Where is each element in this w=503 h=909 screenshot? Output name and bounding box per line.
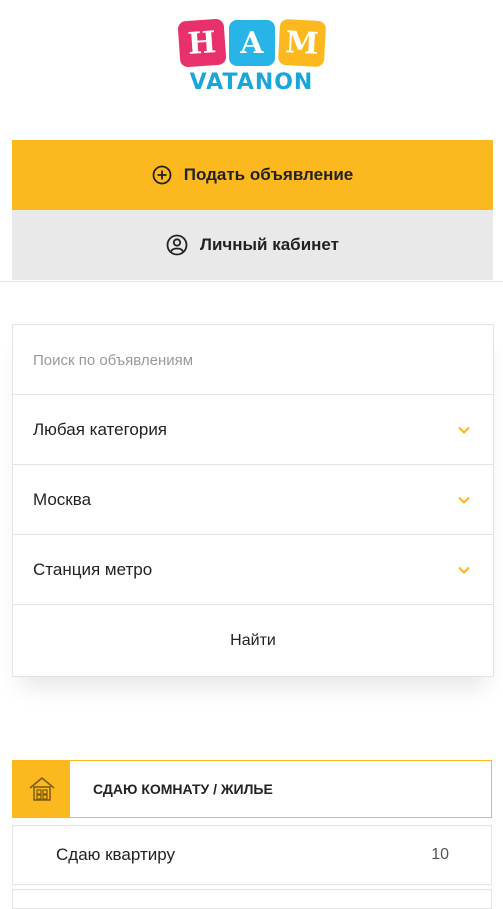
search-input[interactable]: Поиск по объявлениям — [13, 325, 493, 395]
find-label: Найти — [230, 632, 276, 649]
search-placeholder: Поиск по объявлениям — [33, 351, 194, 369]
category-value: Любая категория — [33, 420, 168, 439]
logo-letters: Н А М — [177, 18, 329, 68]
list-item-label: Сдаю квартиру — [56, 845, 175, 864]
logo-letter-n: Н — [177, 18, 227, 68]
list-item[interactable] — [12, 889, 492, 909]
category-select[interactable]: Любая категория — [13, 395, 493, 465]
chevron-down-icon — [458, 496, 470, 505]
user-circle-icon — [166, 234, 188, 256]
list-item[interactable]: Сдаю квартиру 10 — [12, 825, 492, 885]
list-item-count: 10 — [431, 846, 449, 863]
logo-subtitle: VATANON — [189, 70, 314, 95]
site-logo[interactable]: Н А М VATANON — [0, 18, 503, 98]
search-form: Поиск по объявлениям Любая категория Мос… — [12, 324, 494, 677]
metro-value: Станция метро — [33, 560, 153, 579]
logo-letter-m: М — [277, 18, 327, 68]
find-button[interactable]: Найти — [13, 606, 493, 676]
cabinet-label: Личный кабинет — [200, 235, 339, 254]
post-ad-label: Подать объявление — [183, 165, 354, 184]
house-icon — [13, 761, 70, 817]
logo-letter-a: А — [229, 20, 275, 66]
header-divider — [0, 281, 503, 282]
category-header-rent-room[interactable]: СДАЮ КОМНАТУ / ЖИЛЬЕ — [12, 760, 492, 818]
chevron-down-icon — [458, 426, 470, 435]
metro-select[interactable]: Станция метро — [13, 535, 493, 605]
post-ad-button[interactable]: Подать объявление — [12, 140, 493, 210]
chevron-down-icon — [458, 566, 470, 575]
city-value: Москва — [33, 490, 92, 509]
category-title: СДАЮ КОМНАТУ / ЖИЛЬЕ — [93, 781, 273, 797]
plus-circle-icon — [152, 165, 172, 185]
city-select[interactable]: Москва — [13, 465, 493, 535]
cabinet-button[interactable]: Личный кабинет — [12, 210, 493, 280]
